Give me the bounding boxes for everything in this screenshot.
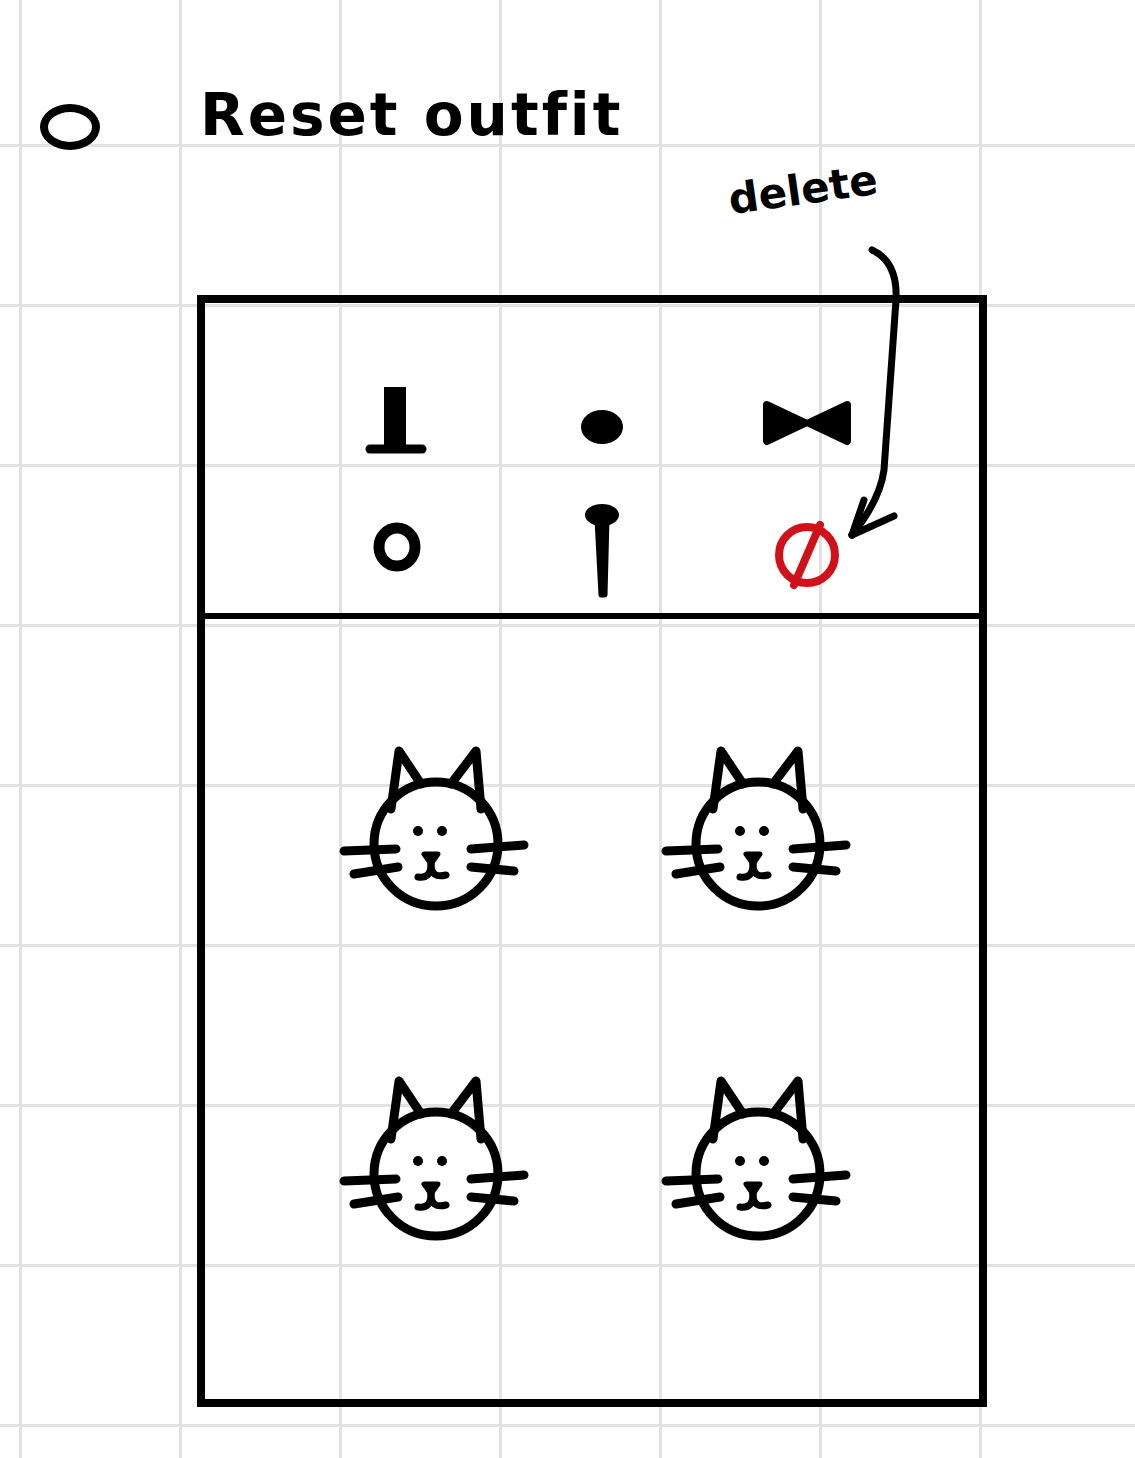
accessory-button[interactable] bbox=[500, 495, 705, 605]
delete-button[interactable] bbox=[704, 495, 909, 605]
cat-icon bbox=[658, 739, 858, 919]
delete-icon bbox=[762, 505, 852, 595]
page: Reset outfit delete bbox=[0, 0, 1135, 1458]
cat-grid bbox=[205, 619, 979, 1399]
accessory-button[interactable] bbox=[295, 495, 500, 605]
accessory-button[interactable] bbox=[295, 365, 500, 475]
ball-icon bbox=[557, 375, 647, 465]
cat-card[interactable] bbox=[597, 739, 919, 1069]
cat-card[interactable] bbox=[597, 1069, 919, 1399]
cat-icon bbox=[336, 739, 536, 919]
cat-card[interactable] bbox=[275, 1069, 597, 1399]
top-hat-icon bbox=[352, 375, 442, 465]
ring-icon bbox=[352, 505, 442, 595]
accessory-button[interactable] bbox=[704, 365, 909, 475]
accessory-button[interactable] bbox=[500, 365, 705, 475]
outfit-panel bbox=[197, 295, 987, 1407]
radio-label[interactable]: Reset outfit bbox=[200, 81, 623, 151]
cat-icon bbox=[658, 1069, 858, 1249]
radio-circle[interactable] bbox=[40, 104, 100, 150]
bow-tie-icon bbox=[747, 375, 867, 465]
nail-icon bbox=[557, 495, 647, 605]
cat-card[interactable] bbox=[275, 739, 597, 1069]
arrow-icon bbox=[0, 0, 1135, 1458]
delete-annotation: delete bbox=[725, 155, 880, 224]
reset-outfit-radio[interactable]: Reset outfit bbox=[0, 78, 1135, 154]
cat-icon bbox=[336, 1069, 536, 1249]
accessory-grid bbox=[205, 303, 979, 619]
